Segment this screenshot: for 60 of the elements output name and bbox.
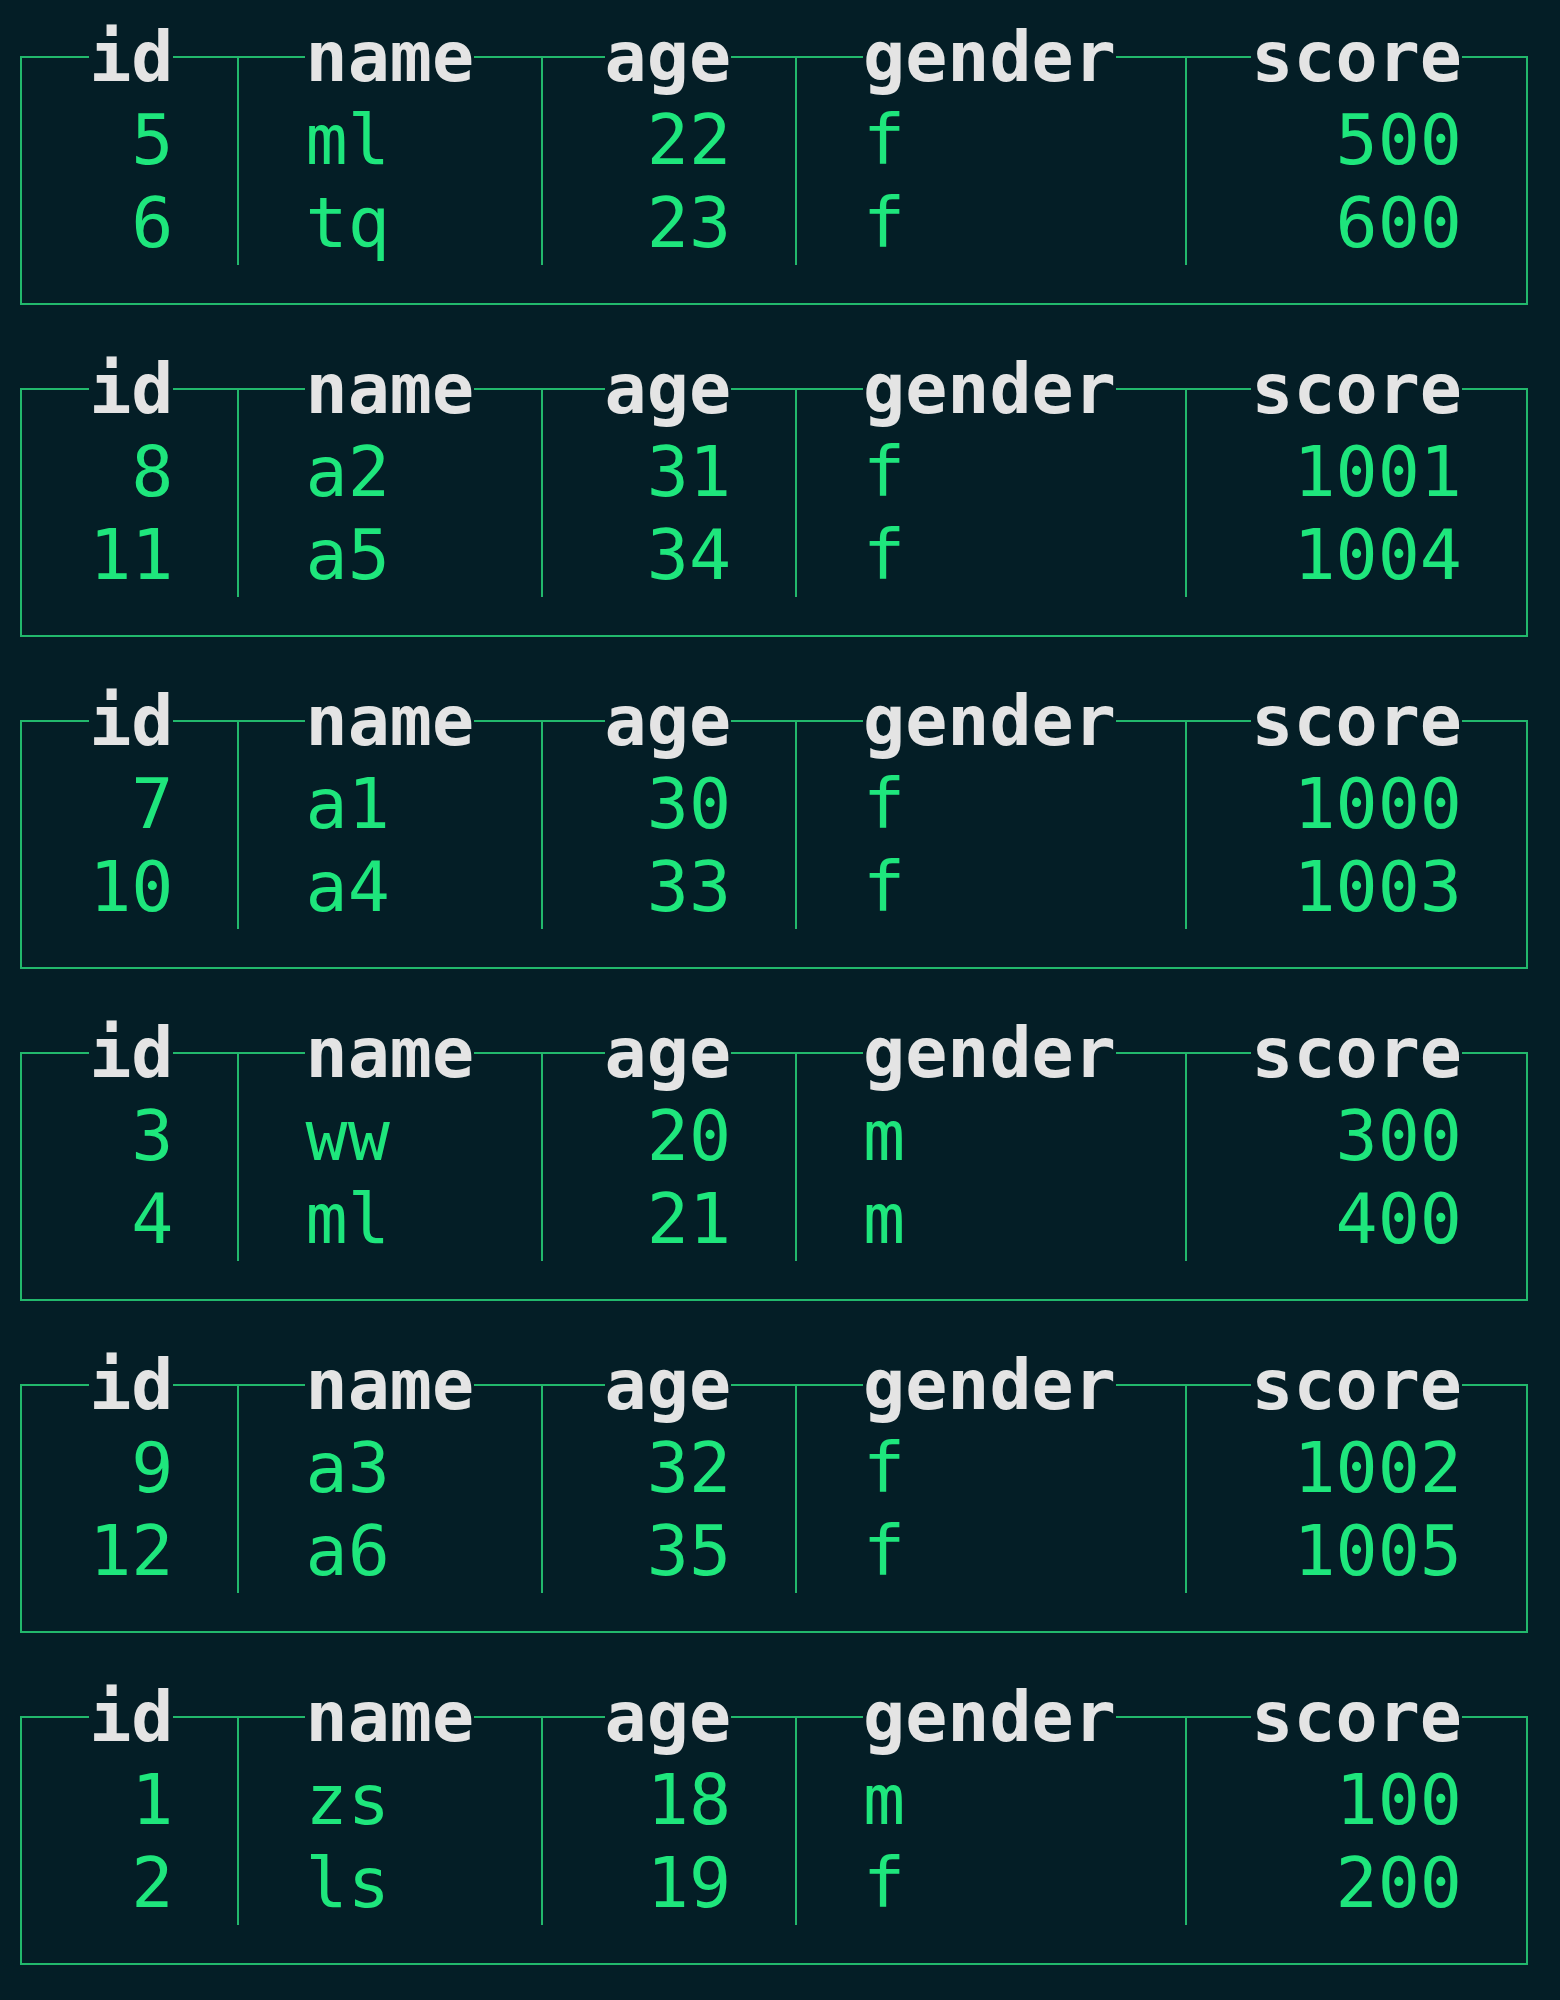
table-cell: 1003 bbox=[1293, 846, 1462, 929]
table-cell: 9 bbox=[131, 1427, 174, 1510]
table-cell: 6 bbox=[131, 182, 174, 265]
table-cell: 1000 bbox=[1293, 763, 1462, 846]
table-cell: 1002 bbox=[1293, 1427, 1462, 1510]
table-cell: a4 bbox=[305, 846, 390, 929]
table-cell: 8 bbox=[131, 431, 174, 514]
table-cell: 2 bbox=[131, 1842, 174, 1925]
table-cell: 1004 bbox=[1293, 514, 1462, 597]
table-cell: 22 bbox=[646, 99, 732, 182]
table-cell: f bbox=[863, 431, 906, 514]
table-cell: 1 bbox=[131, 1759, 174, 1842]
table-cell: 5 bbox=[131, 99, 174, 182]
table-cell: f bbox=[863, 182, 906, 265]
table-cell: 18 bbox=[646, 1759, 732, 1842]
table-cell: 11 bbox=[89, 514, 174, 597]
table-cell: 200 bbox=[1335, 1842, 1462, 1925]
table-cell: f bbox=[863, 514, 906, 597]
table-cell: 400 bbox=[1335, 1178, 1462, 1261]
table-cell: 10 bbox=[89, 846, 174, 929]
table-cell: m bbox=[863, 1178, 906, 1261]
table-cell: f bbox=[863, 1842, 906, 1925]
table-cell: a2 bbox=[305, 431, 390, 514]
table-cell: 1005 bbox=[1293, 1510, 1462, 1593]
table-cell: 21 bbox=[646, 1178, 732, 1261]
table-cell: ml bbox=[305, 1178, 390, 1261]
table-cell: 32 bbox=[646, 1427, 732, 1510]
table-cell: tq bbox=[305, 182, 390, 265]
table-cell: a5 bbox=[305, 514, 390, 597]
table-cell: 20 bbox=[646, 1095, 732, 1178]
table-cell: 100 bbox=[1335, 1759, 1462, 1842]
table-cell: m bbox=[863, 1095, 906, 1178]
table-cell: f bbox=[863, 846, 906, 929]
table-cell: m bbox=[863, 1759, 906, 1842]
table-cell: 23 bbox=[646, 182, 732, 265]
table-cell: ww bbox=[305, 1095, 390, 1178]
table-cell: 7 bbox=[131, 763, 174, 846]
table-cell: f bbox=[863, 1510, 906, 1593]
table-cell: 33 bbox=[646, 846, 732, 929]
table-cell: 35 bbox=[646, 1510, 732, 1593]
table-cell: a3 bbox=[305, 1427, 390, 1510]
table-cell: ml bbox=[305, 99, 390, 182]
table-cell: f bbox=[863, 99, 906, 182]
table-cell: f bbox=[863, 763, 906, 846]
table-cell: 1001 bbox=[1293, 431, 1462, 514]
table-cell: 300 bbox=[1335, 1095, 1462, 1178]
table-cell: 600 bbox=[1335, 182, 1462, 265]
table-cell: 500 bbox=[1335, 99, 1462, 182]
table-cell: zs bbox=[305, 1759, 390, 1842]
table-cell: a1 bbox=[305, 763, 390, 846]
table-cell: 3 bbox=[131, 1095, 174, 1178]
table-cell: a6 bbox=[305, 1510, 390, 1593]
table-cell: ls bbox=[305, 1842, 390, 1925]
table-cell: 31 bbox=[646, 431, 732, 514]
table-cell: 4 bbox=[131, 1178, 174, 1261]
table-cell: 30 bbox=[646, 763, 732, 846]
table-cell: 34 bbox=[646, 514, 732, 597]
table-cell: 12 bbox=[89, 1510, 174, 1593]
table-cell: f bbox=[863, 1427, 906, 1510]
table-cell: 19 bbox=[646, 1842, 732, 1925]
